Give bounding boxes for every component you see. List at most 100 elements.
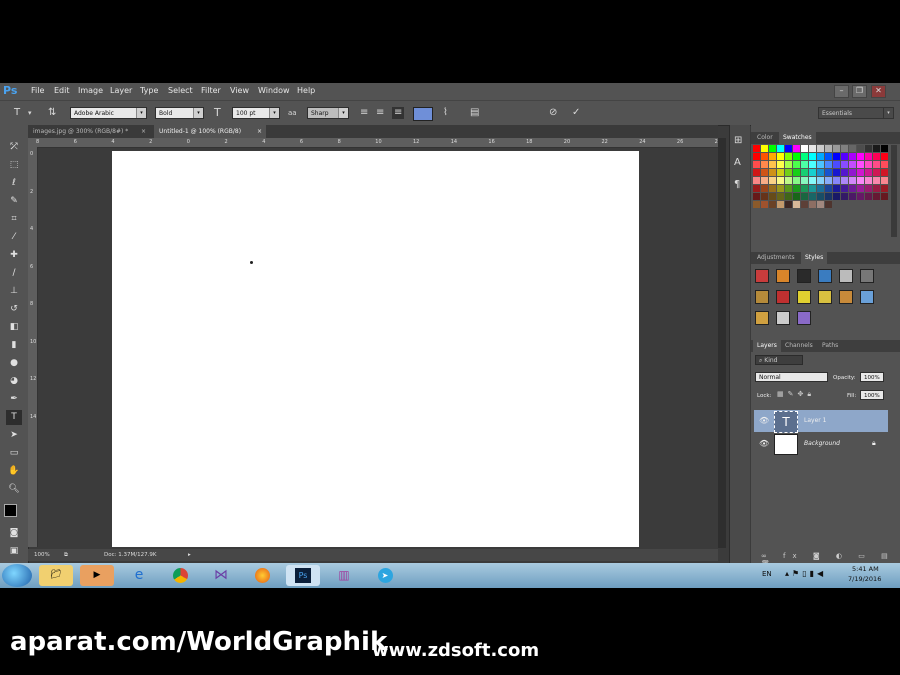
clone-stamp-tool-icon[interactable]: ⊥ xyxy=(6,284,22,299)
swatch[interactable] xyxy=(793,193,800,200)
swatch[interactable] xyxy=(817,201,824,208)
align-right-icon[interactable]: ≡ xyxy=(392,107,405,119)
swatch[interactable] xyxy=(761,201,768,208)
swatch[interactable] xyxy=(809,201,816,208)
swatch[interactable] xyxy=(817,145,824,152)
dodge-tool-icon[interactable]: ◕ xyxy=(6,374,22,389)
layer-name[interactable]: Layer 1 xyxy=(804,417,826,424)
swatch[interactable] xyxy=(793,201,800,208)
swatch[interactable] xyxy=(833,193,840,200)
layer-row[interactable]: 👁︎ Background 🔒︎ xyxy=(754,433,888,455)
swatch[interactable] xyxy=(785,161,792,168)
style-preset[interactable] xyxy=(818,269,832,283)
swatch[interactable] xyxy=(857,145,864,152)
swatch[interactable] xyxy=(809,185,816,192)
crop-tool-icon[interactable]: ⌗ xyxy=(6,212,22,227)
swatch[interactable] xyxy=(825,185,832,192)
swatch[interactable] xyxy=(801,153,808,160)
align-center-icon[interactable]: ≡ xyxy=(376,107,384,119)
swatch[interactable] xyxy=(849,177,856,184)
clock-time[interactable]: 5:41 AM xyxy=(852,565,879,573)
style-preset[interactable] xyxy=(839,290,853,304)
hand-tool-icon[interactable]: ✋ xyxy=(6,464,22,479)
blur-tool-icon[interactable]: ● xyxy=(6,356,22,371)
swatch[interactable] xyxy=(753,185,760,192)
tab-styles[interactable]: Styles xyxy=(801,252,828,264)
swatch[interactable] xyxy=(777,145,784,152)
swatch[interactable] xyxy=(857,153,864,160)
swatch[interactable] xyxy=(849,153,856,160)
menu-filter[interactable]: Filter xyxy=(201,86,221,95)
swatch[interactable] xyxy=(841,161,848,168)
firefox-icon[interactable] xyxy=(245,565,279,586)
swatch[interactable] xyxy=(777,161,784,168)
swatch[interactable] xyxy=(809,145,816,152)
swatch[interactable] xyxy=(777,153,784,160)
swatch[interactable] xyxy=(769,145,776,152)
brush-tool-icon[interactable]: ∕ xyxy=(6,266,22,281)
chrome-icon[interactable] xyxy=(163,565,197,586)
document-canvas[interactable] xyxy=(112,151,639,547)
swatch[interactable] xyxy=(809,161,816,168)
swatch[interactable] xyxy=(865,161,872,168)
swatch[interactable] xyxy=(785,185,792,192)
swatch[interactable] xyxy=(841,177,848,184)
healing-brush-tool-icon[interactable]: ✚ xyxy=(6,248,22,263)
swatch[interactable] xyxy=(777,185,784,192)
eyedropper-tool-icon[interactable]: ⁄ xyxy=(6,230,22,245)
style-preset[interactable] xyxy=(776,269,790,283)
app-icon[interactable]: ⋈ xyxy=(204,565,238,586)
foreground-color-swatch[interactable] xyxy=(4,504,17,517)
menu-view[interactable]: View xyxy=(230,86,249,95)
swatch[interactable] xyxy=(873,161,880,168)
move-tool-icon[interactable]: ⤱ xyxy=(6,140,22,155)
shape-tool-icon[interactable]: ▭ xyxy=(6,446,22,461)
swatch[interactable] xyxy=(777,177,784,184)
history-brush-tool-icon[interactable]: ↺ xyxy=(6,302,22,317)
style-preset[interactable] xyxy=(797,269,811,283)
swatch[interactable] xyxy=(761,153,768,160)
swatch[interactable] xyxy=(769,201,776,208)
eye-icon[interactable]: 👁︎ xyxy=(759,416,769,425)
swatch[interactable] xyxy=(857,169,864,176)
swatch[interactable] xyxy=(793,153,800,160)
warp-text-icon[interactable]: ⌇ xyxy=(443,107,448,119)
status-info-icon[interactable]: ⧉ xyxy=(64,549,68,561)
menu-window[interactable]: Window xyxy=(258,86,290,95)
eye-icon[interactable]: 👁︎ xyxy=(759,439,769,448)
close-button[interactable]: ✕ xyxy=(871,85,886,98)
swatch[interactable] xyxy=(841,169,848,176)
swatch[interactable] xyxy=(769,169,776,176)
swatch[interactable] xyxy=(833,177,840,184)
swatch[interactable] xyxy=(785,145,792,152)
minimize-button[interactable]: – xyxy=(834,85,849,98)
start-button-icon[interactable] xyxy=(2,564,32,587)
tab-untitled-1[interactable]: Untitled-1 @ 100% (RGB/8) × xyxy=(154,125,266,138)
swatch[interactable] xyxy=(841,193,848,200)
style-preset[interactable] xyxy=(755,290,769,304)
blend-mode-select[interactable]: Normal xyxy=(755,372,828,382)
font-style-select[interactable]: Bold ▾ xyxy=(155,107,204,119)
eraser-tool-icon[interactable]: ◧ xyxy=(6,320,22,335)
swatch[interactable] xyxy=(881,153,888,160)
swatch[interactable] xyxy=(833,161,840,168)
swatches-grid[interactable] xyxy=(753,145,889,237)
swatch[interactable] xyxy=(849,145,856,152)
swatch[interactable] xyxy=(817,161,824,168)
opacity-field[interactable]: 100% xyxy=(860,372,884,382)
swatch[interactable] xyxy=(769,185,776,192)
swatch[interactable] xyxy=(881,145,888,152)
style-preset[interactable] xyxy=(860,269,874,283)
status-menu-arrow-icon[interactable]: ▸ xyxy=(188,549,191,561)
zoom-level[interactable]: 100% xyxy=(34,549,50,561)
font-family-select[interactable]: Adobe Arabic ▾ xyxy=(70,107,147,119)
toggle-orientation-icon[interactable]: ⇅ xyxy=(48,107,56,119)
swatches-scrollbar[interactable] xyxy=(891,145,897,237)
gradient-tool-icon[interactable]: ▮ xyxy=(6,338,22,353)
style-preset[interactable] xyxy=(755,311,769,325)
restore-button[interactable]: ❐ xyxy=(852,85,867,98)
swatch[interactable] xyxy=(857,193,864,200)
swatch[interactable] xyxy=(761,161,768,168)
style-preset[interactable] xyxy=(818,290,832,304)
character-panel-icon[interactable]: A xyxy=(734,157,741,168)
